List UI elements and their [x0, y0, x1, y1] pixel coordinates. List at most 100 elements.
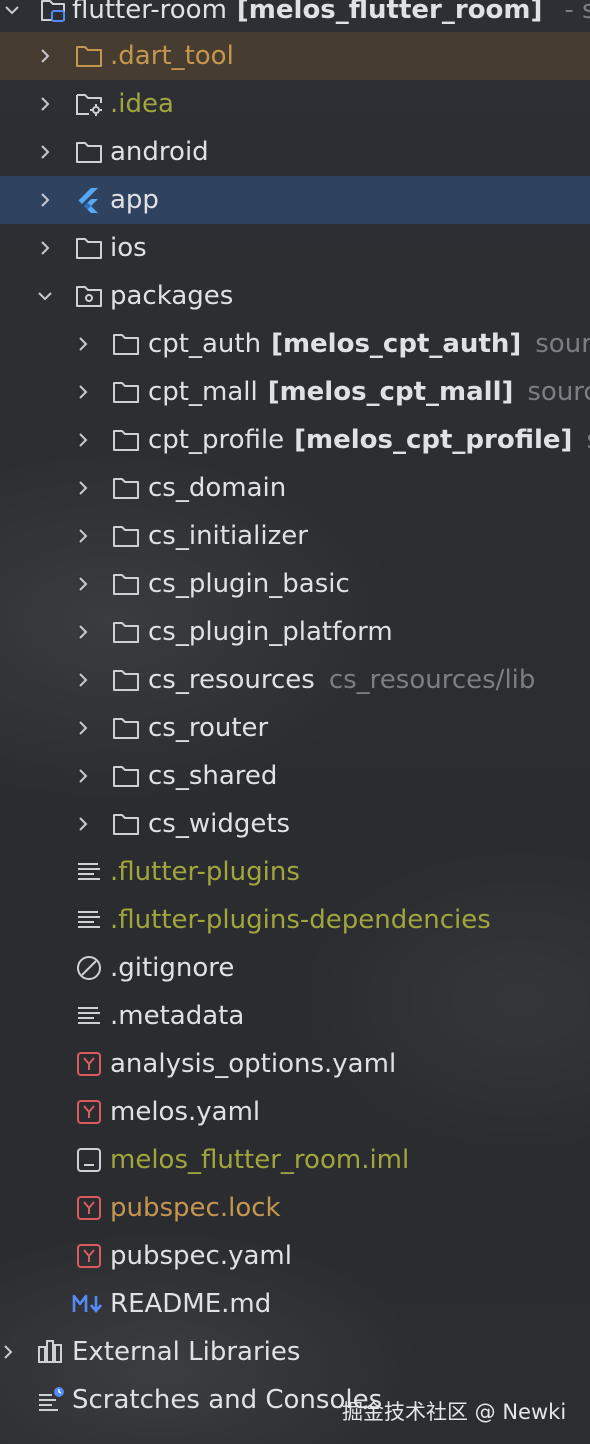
tree-row-cs-shared[interactable]: cs_shared: [0, 752, 590, 800]
module-name: [melos_cpt_auth]: [271, 329, 522, 359]
chevron-right-icon[interactable]: [73, 814, 93, 834]
tree-row-flutter-plugins-dependencies[interactable]: .flutter-plugins-dependencies: [0, 896, 590, 944]
tree-row-android[interactable]: android: [0, 128, 590, 176]
text-file-icon: [74, 905, 104, 935]
tree-row-packages[interactable]: packages: [0, 272, 590, 320]
tree-row-analysis-options[interactable]: analysis_options.yaml: [0, 1040, 590, 1088]
project-tree: flutter-room [melos_flutter_room] - so .…: [0, 0, 590, 1444]
item-name: cpt_mall: [148, 377, 258, 407]
tree-row-label: cpt_profile [melos_cpt_profile] so: [148, 425, 590, 455]
tree-row-label: cs_initializer: [148, 521, 308, 551]
chevron-right-icon[interactable]: [35, 46, 55, 66]
tree-row-label: melos_flutter_room.iml: [110, 1145, 409, 1175]
module-name: [melos_cpt_profile]: [294, 425, 573, 455]
library-icon: [36, 1337, 66, 1367]
chevron-right-icon[interactable]: [73, 574, 93, 594]
tree-row-cs-plugin-basic[interactable]: cs_plugin_basic: [0, 560, 590, 608]
tree-row-pubspec-lock[interactable]: pubspec.lock: [0, 1184, 590, 1232]
watermark: 掘金技术社区 @ Newki: [342, 1400, 567, 1424]
chevron-right-icon[interactable]: [35, 190, 55, 210]
tree-row-ios[interactable]: ios: [0, 224, 590, 272]
tree-row-cs-domain[interactable]: cs_domain: [0, 464, 590, 512]
item-name: analysis_options.yaml: [110, 1049, 397, 1079]
tree-row-label: android: [110, 137, 209, 167]
tree-row-label: External Libraries: [72, 1337, 300, 1367]
yaml-file-icon: [74, 1193, 104, 1223]
chevron-right-icon[interactable]: [73, 766, 93, 786]
tree-row-cpt-profile[interactable]: cpt_profile [melos_cpt_profile] so: [0, 416, 590, 464]
source-root-hint: so: [586, 425, 590, 455]
item-name: .gitignore: [110, 953, 235, 983]
markdown-file-icon: [72, 1289, 106, 1319]
package-folder-icon: [74, 281, 104, 311]
source-root-hint: sourc: [535, 329, 590, 359]
chevron-right-icon[interactable]: [35, 142, 55, 162]
tree-row-cpt-mall[interactable]: cpt_mall [melos_cpt_mall] source: [0, 368, 590, 416]
yaml-file-icon: [74, 1241, 104, 1271]
root-suffix: - so: [564, 0, 590, 25]
tree-row-idea[interactable]: .idea: [0, 80, 590, 128]
item-name: cs_router: [148, 713, 269, 743]
item-name: cpt_profile: [148, 425, 285, 455]
tree-row-melos-yaml[interactable]: melos.yaml: [0, 1088, 590, 1136]
root-module: [melos_flutter_room]: [236, 0, 543, 25]
tree-row-flutter-plugins[interactable]: .flutter-plugins: [0, 848, 590, 896]
tree-row-label: pubspec.lock: [110, 1193, 281, 1223]
tree-row-cs-plugin-platform[interactable]: cs_plugin_platform: [0, 608, 590, 656]
chevron-right-icon[interactable]: [73, 478, 93, 498]
tree-row-label: .flutter-plugins: [110, 857, 300, 887]
chevron-right-icon[interactable]: [73, 334, 93, 354]
module-folder-icon: [38, 0, 68, 25]
tree-row-dart-tool[interactable]: .dart_tool: [0, 32, 590, 80]
folder-icon: [111, 473, 141, 503]
chevron-right-icon[interactable]: [35, 94, 55, 114]
tree-row-cs-router[interactable]: cs_router: [0, 704, 590, 752]
tree-row-melos-iml[interactable]: melos_flutter_room.iml: [0, 1136, 590, 1184]
chevron-right-icon[interactable]: [73, 526, 93, 546]
folder-icon: [74, 233, 104, 263]
source-root-hint: source: [527, 377, 590, 407]
chevron-down-icon[interactable]: [35, 286, 55, 306]
chevron-right-icon[interactable]: [73, 718, 93, 738]
chevron-right-icon[interactable]: [35, 238, 55, 258]
gitignore-icon: [74, 953, 104, 983]
tree-row-label: cpt_mall [melos_cpt_mall] source: [148, 377, 590, 407]
tree-row-label: .gitignore: [110, 953, 234, 983]
tree-row-app[interactable]: app: [0, 176, 590, 224]
folder-icon: [111, 617, 141, 647]
text-file-icon: [74, 857, 104, 887]
tree-row-pubspec-yaml[interactable]: pubspec.yaml: [0, 1232, 590, 1280]
yaml-file-icon: [74, 1097, 104, 1127]
tree-row-cpt-auth[interactable]: cpt_auth [melos_cpt_auth] sourc: [0, 320, 590, 368]
chevron-right-icon[interactable]: [0, 1342, 18, 1362]
item-name: cs_domain: [148, 473, 287, 503]
folder-icon: [74, 137, 104, 167]
tree-row-metadata[interactable]: .metadata: [0, 992, 590, 1040]
item-name: cs_plugin_basic: [148, 569, 350, 599]
tree-row-label: app: [110, 185, 159, 215]
chevron-right-icon[interactable]: [73, 382, 93, 402]
tree-row-external-libraries[interactable]: External Libraries: [0, 1328, 590, 1376]
item-name: cs_widgets: [148, 809, 291, 839]
chevron-right-icon[interactable]: [73, 430, 93, 450]
tree-row-cs-widgets[interactable]: cs_widgets: [0, 800, 590, 848]
item-name: pubspec.yaml: [110, 1241, 292, 1271]
flutter-icon: [74, 185, 104, 215]
item-name: melos.yaml: [110, 1097, 261, 1127]
item-name: packages: [110, 281, 234, 311]
tree-row-cs-initializer[interactable]: cs_initializer: [0, 512, 590, 560]
tree-row-readme[interactable]: README.md: [0, 1280, 590, 1328]
tree-row-label: analysis_options.yaml: [110, 1049, 396, 1079]
tree-row-gitignore[interactable]: .gitignore: [0, 944, 590, 992]
tree-row-label: melos.yaml: [110, 1097, 260, 1127]
item-name: cs_plugin_platform: [148, 617, 393, 647]
tree-row-cs-resources[interactable]: cs_resources cs_resources/lib: [0, 656, 590, 704]
chevron-right-icon[interactable]: [73, 670, 93, 690]
tree-row-root[interactable]: flutter-room [melos_flutter_room] - so: [0, 0, 590, 34]
tree-row-label: .idea: [110, 89, 174, 119]
tree-row-label: cs_plugin_basic: [148, 569, 350, 599]
item-name: External Libraries: [72, 1337, 301, 1367]
chevron-down-icon[interactable]: [2, 0, 22, 20]
item-name: .idea: [110, 89, 174, 119]
chevron-right-icon[interactable]: [73, 622, 93, 642]
